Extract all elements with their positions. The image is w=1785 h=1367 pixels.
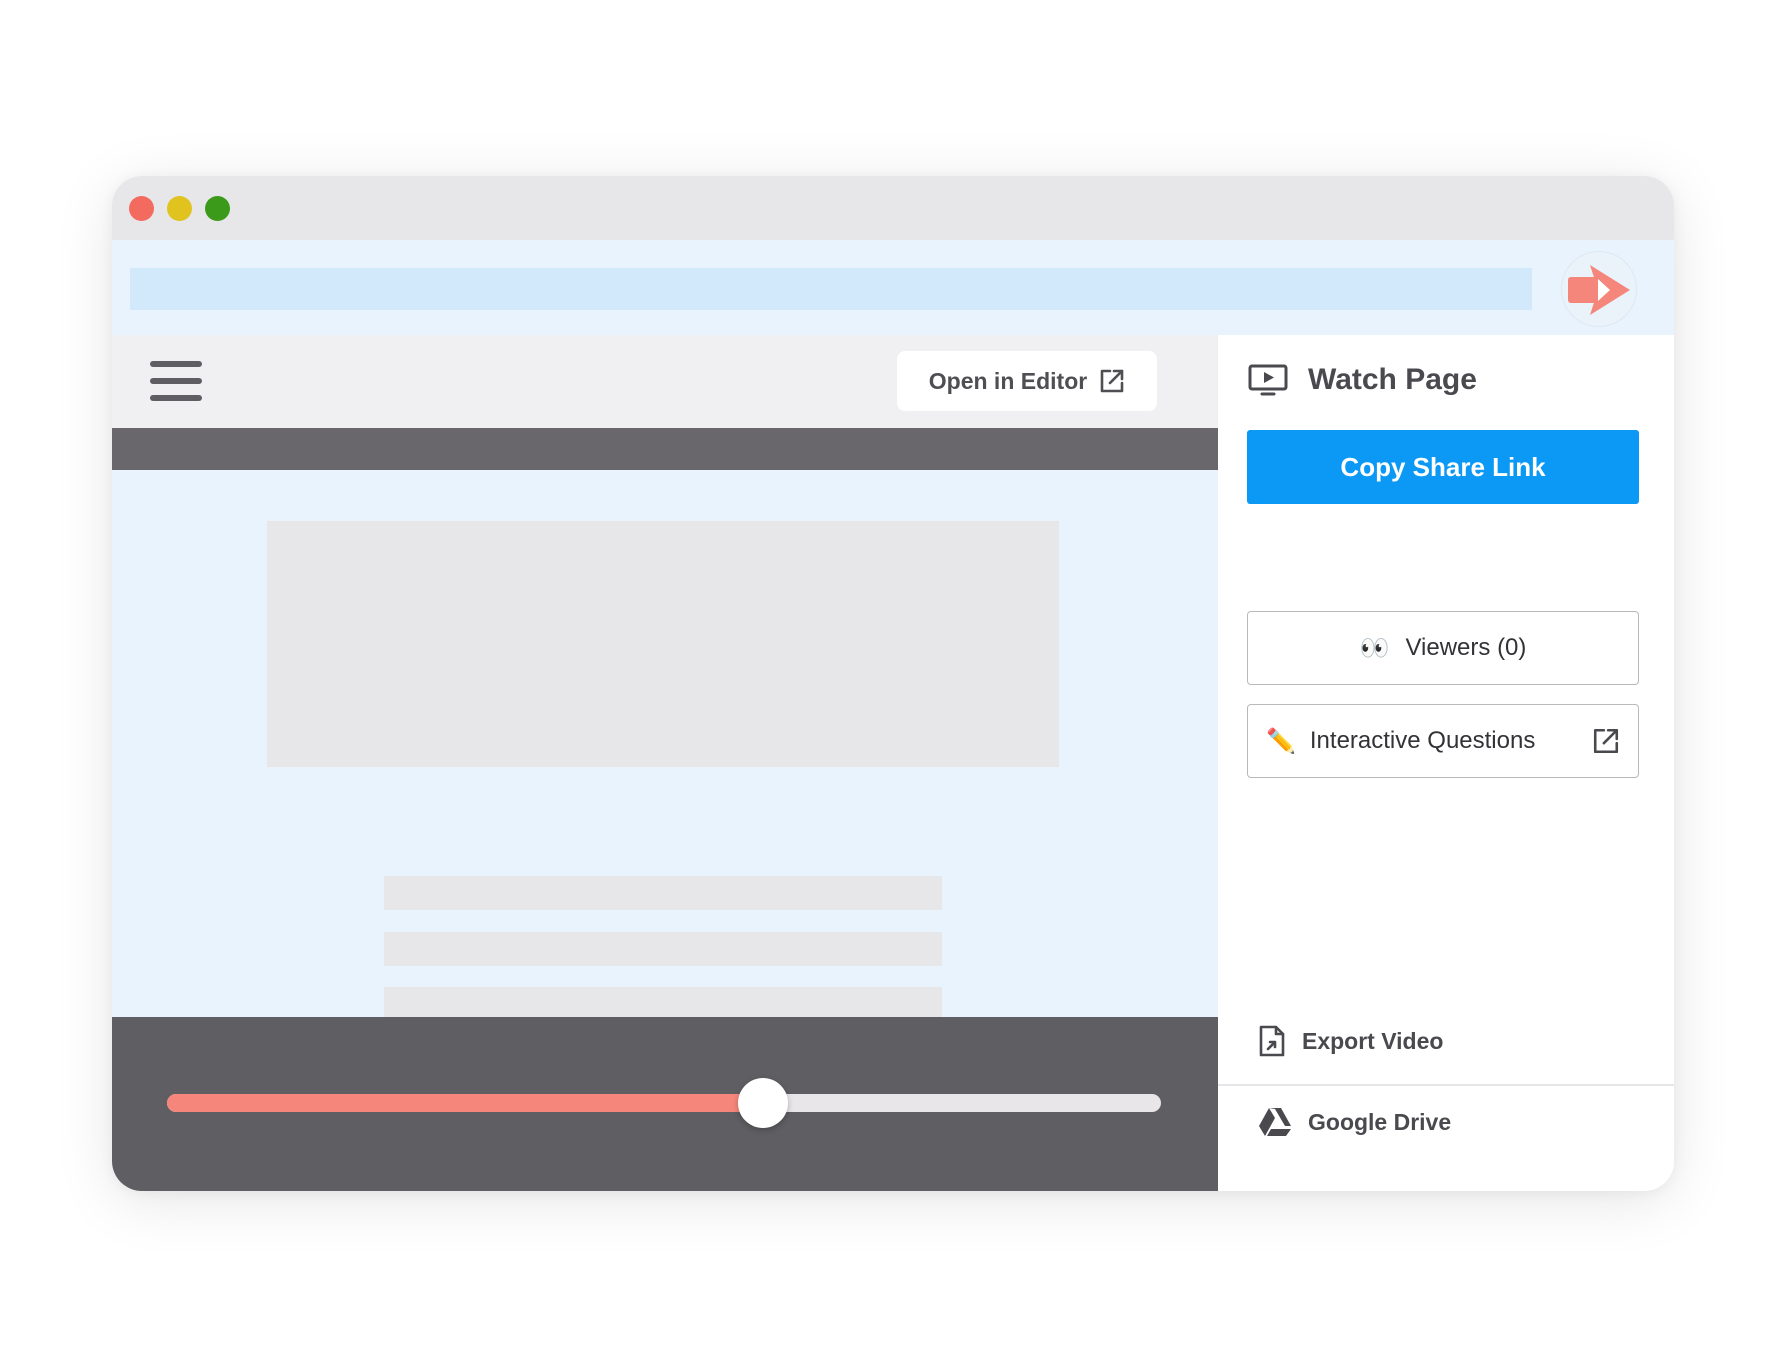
address-bar[interactable] <box>130 268 1532 310</box>
export-file-icon <box>1259 1025 1285 1057</box>
interactive-questions-label: Interactive Questions <box>1309 727 1536 754</box>
external-link-icon <box>1100 369 1124 393</box>
viewers-label: Viewers (0) <box>1405 634 1527 661</box>
export-video-item[interactable]: Export Video <box>1258 1024 1443 1058</box>
progress-fill <box>167 1094 764 1112</box>
hamburger-icon[interactable] <box>150 361 202 403</box>
minimize-window-button[interactable] <box>167 196 192 221</box>
placeholder-line <box>384 987 942 1021</box>
google-drive-item[interactable]: Google Drive <box>1258 1107 1451 1137</box>
address-bar-row <box>112 240 1674 335</box>
open-in-editor-label: Open in Editor <box>928 367 1088 394</box>
header-strip <box>112 428 1218 470</box>
extension-button[interactable] <box>1561 251 1637 327</box>
google-drive-icon <box>1259 1108 1291 1136</box>
title-bar <box>112 176 1674 240</box>
panel-title: Watch Page <box>1308 363 1477 396</box>
pencil-icon: ✏️ <box>1266 727 1296 755</box>
video-share-icon <box>1568 265 1630 315</box>
interactive-questions-button[interactable]: ✏️ Interactive Questions <box>1247 704 1639 778</box>
eyes-icon: 👀 <box>1359 634 1390 662</box>
panel-header: Watch Page <box>1248 363 1477 397</box>
monitor-play-icon <box>1248 364 1288 396</box>
export-video-label: Export Video <box>1302 1027 1444 1054</box>
progress-slider-handle[interactable] <box>738 1078 789 1128</box>
placeholder-image <box>267 521 1059 767</box>
placeholder-line <box>384 932 942 966</box>
external-link-icon <box>1593 728 1619 754</box>
panel-divider <box>1218 1084 1674 1086</box>
watch-page-panel: Watch Page Copy Share Link 👀 Viewers (0)… <box>1218 335 1674 1191</box>
google-drive-label: Google Drive <box>1308 1108 1452 1135</box>
copy-share-link-button[interactable]: Copy Share Link <box>1247 430 1639 504</box>
close-window-button[interactable] <box>129 196 154 221</box>
viewers-button[interactable]: 👀 Viewers (0) <box>1247 611 1639 685</box>
video-player-controls <box>112 1017 1218 1191</box>
progress-slider[interactable] <box>167 1094 1161 1112</box>
maximize-window-button[interactable] <box>205 196 230 221</box>
placeholder-line <box>384 876 942 910</box>
page-content: Open in Editor <box>112 335 1218 1191</box>
open-in-editor-button[interactable]: Open in Editor <box>897 351 1157 411</box>
browser-window: Open in Editor Watch Page Copy Share Lin… <box>112 176 1674 1191</box>
app-bar: Open in Editor <box>112 335 1218 428</box>
